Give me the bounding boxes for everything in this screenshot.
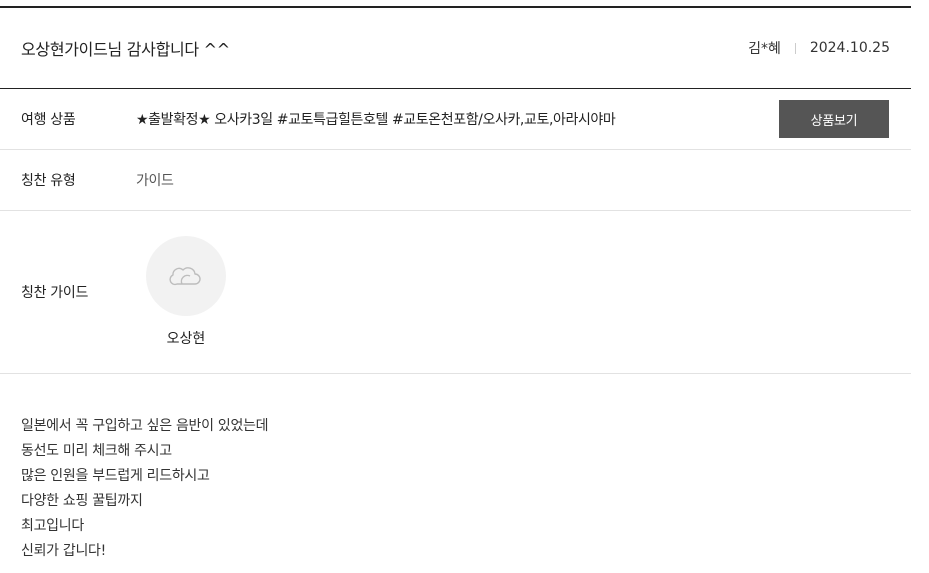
guide-card: 오상현 [146,236,226,348]
praise-guide-row: 칭찬 가이드 오상현 [0,211,911,374]
content-line: 다양한 쇼핑 꿀팁까지 [21,493,143,509]
review-author: 김*혜 [748,41,781,57]
review-header: 오상현가이드님 감사합니다 ^^ 김*혜 2024.10.25 [0,8,911,89]
praise-guide-label: 칭찬 가이드 [21,285,89,301]
praise-type-row: 칭찬 유형 가이드 [0,150,911,211]
cloud-placeholder-icon [169,267,201,286]
product-label: 여행 상품 [21,112,76,128]
content-line: 신뢰가 갑니다! [21,543,106,559]
meta-separator [794,42,796,54]
product-row: 여행 상품 ★출발확정★ 오사카3일 #교토특급힐튼호텔 #교토온천포함/오사카… [0,89,911,150]
review-title: 오상현가이드님 감사합니다 ^^ [21,40,230,59]
review-detail: 오상현가이드님 감사합니다 ^^ 김*혜 2024.10.25 여행 상품 ★출… [0,6,911,564]
review-meta: 김*혜 2024.10.25 [748,38,890,58]
content-line: 최고입니다 [21,518,84,534]
content-line: 많은 인원을 부드럽게 리드하시고 [21,468,210,484]
guide-avatar [146,236,226,316]
review-date: 2024.10.25 [809,40,890,56]
content-line: 동선도 미리 체크해 주시고 [21,443,172,459]
view-product-button[interactable]: 상품보기 [779,100,889,138]
praise-type-label: 칭찬 유형 [21,173,76,189]
product-name: ★출발확정★ 오사카3일 #교토특급힐튼호텔 #교토온천포함/오사카,교토,아라… [136,112,616,128]
praise-type-value: 가이드 [136,173,174,189]
review-content: 일본에서 꼭 구입하고 싶은 음반이 있었는데 동선도 미리 체크해 주시고 많… [0,374,911,564]
content-line: 일본에서 꼭 구입하고 싶은 음반이 있었는데 [21,418,269,434]
guide-name: 오상현 [166,331,206,347]
